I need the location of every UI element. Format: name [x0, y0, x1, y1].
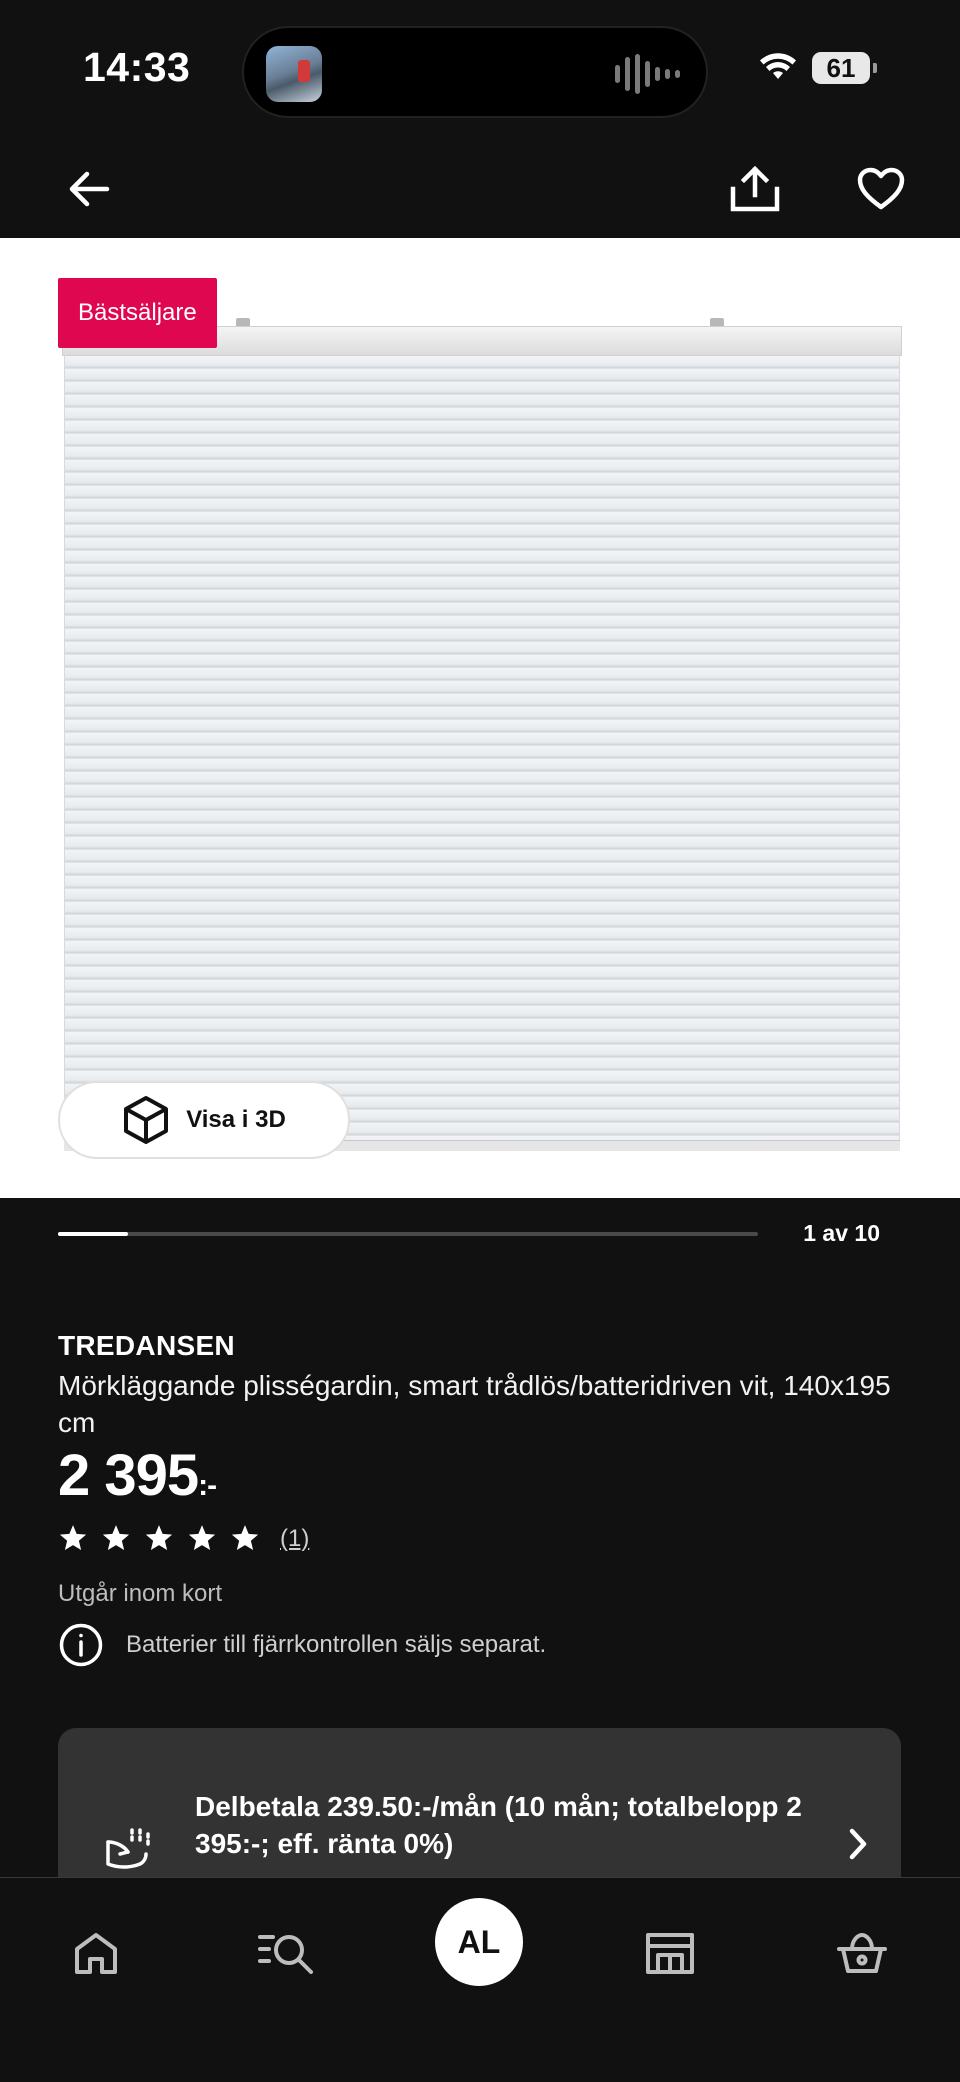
- battery-notice-text: Batterier till fjärrkontrollen säljs sep…: [126, 1631, 547, 1658]
- tab-home[interactable]: [61, 1918, 131, 1988]
- product-name: TREDANSEN: [58, 1330, 235, 1361]
- carousel-progress: [58, 1232, 758, 1236]
- carousel-counter: 1 av 10: [803, 1220, 880, 1246]
- chevron-right-icon: [849, 1828, 867, 1860]
- star-icon: [59, 1525, 87, 1550]
- tab-basket[interactable]: [827, 1918, 897, 1988]
- price-value: 2 395: [58, 1443, 199, 1508]
- cube-3d-icon: [124, 1096, 169, 1144]
- star-icon: [102, 1525, 130, 1550]
- bottom-tab-bar: AL: [0, 1877, 960, 2082]
- bestseller-badge: Bästsäljare: [58, 278, 217, 348]
- star-icon: [145, 1525, 173, 1550]
- basket-icon: [837, 1933, 887, 1973]
- rating-stars: [58, 1524, 260, 1553]
- audio-waveform-icon: [615, 54, 680, 94]
- star-icon: [188, 1525, 216, 1550]
- rating-count-link[interactable]: (1): [280, 1525, 309, 1553]
- back-button[interactable]: [58, 158, 120, 220]
- status-time: 14:33: [83, 44, 191, 90]
- payment-hand-icon: [106, 1828, 150, 1869]
- product-image-carousel[interactable]: Bästsäljare Visa i 3D: [0, 238, 960, 1198]
- tab-stores[interactable]: [635, 1918, 705, 1988]
- back-arrow-icon: [69, 171, 110, 207]
- carousel-progress-fill: [58, 1232, 128, 1236]
- view-in-3d-label: Visa i 3D: [186, 1106, 286, 1133]
- availability-status: Utgår inom kort: [58, 1580, 223, 1607]
- tab-profile-avatar[interactable]: AL: [435, 1898, 523, 1986]
- status-icons: 61: [758, 52, 877, 84]
- status-bar: 14:33 61: [0, 0, 960, 140]
- info-icon: [59, 1623, 103, 1667]
- rating-row[interactable]: (1): [58, 1524, 309, 1553]
- home-icon: [75, 1933, 117, 1974]
- store-icon: [646, 1933, 694, 1974]
- product-description: Mörkläggande plisségardin, smart trådlös…: [58, 1370, 891, 1438]
- top-navigation: [0, 140, 960, 238]
- wifi-icon: [760, 53, 796, 79]
- view-in-3d-button[interactable]: Visa i 3D: [58, 1081, 350, 1159]
- installment-text: Delbetala 239.50:-/mån (10 mån; totalbel…: [195, 1791, 802, 1859]
- product-photo-pleated-blind: [64, 356, 900, 1151]
- tab-search[interactable]: [251, 1918, 321, 1988]
- heart-icon: [857, 167, 905, 210]
- share-button[interactable]: [724, 158, 786, 220]
- search-list-icon: [258, 1935, 313, 1974]
- battery-notice: Batterier till fjärrkontrollen säljs sep…: [58, 1622, 546, 1668]
- star-icon: [231, 1525, 259, 1550]
- favorite-button[interactable]: [850, 158, 912, 220]
- product-price: 2 395:-: [58, 1442, 217, 1509]
- now-playing-thumbnail: [266, 46, 322, 102]
- share-icon: [730, 165, 780, 212]
- dynamic-island[interactable]: [242, 26, 708, 118]
- price-suffix: :-: [198, 1469, 217, 1502]
- battery-icon: 61: [812, 52, 877, 84]
